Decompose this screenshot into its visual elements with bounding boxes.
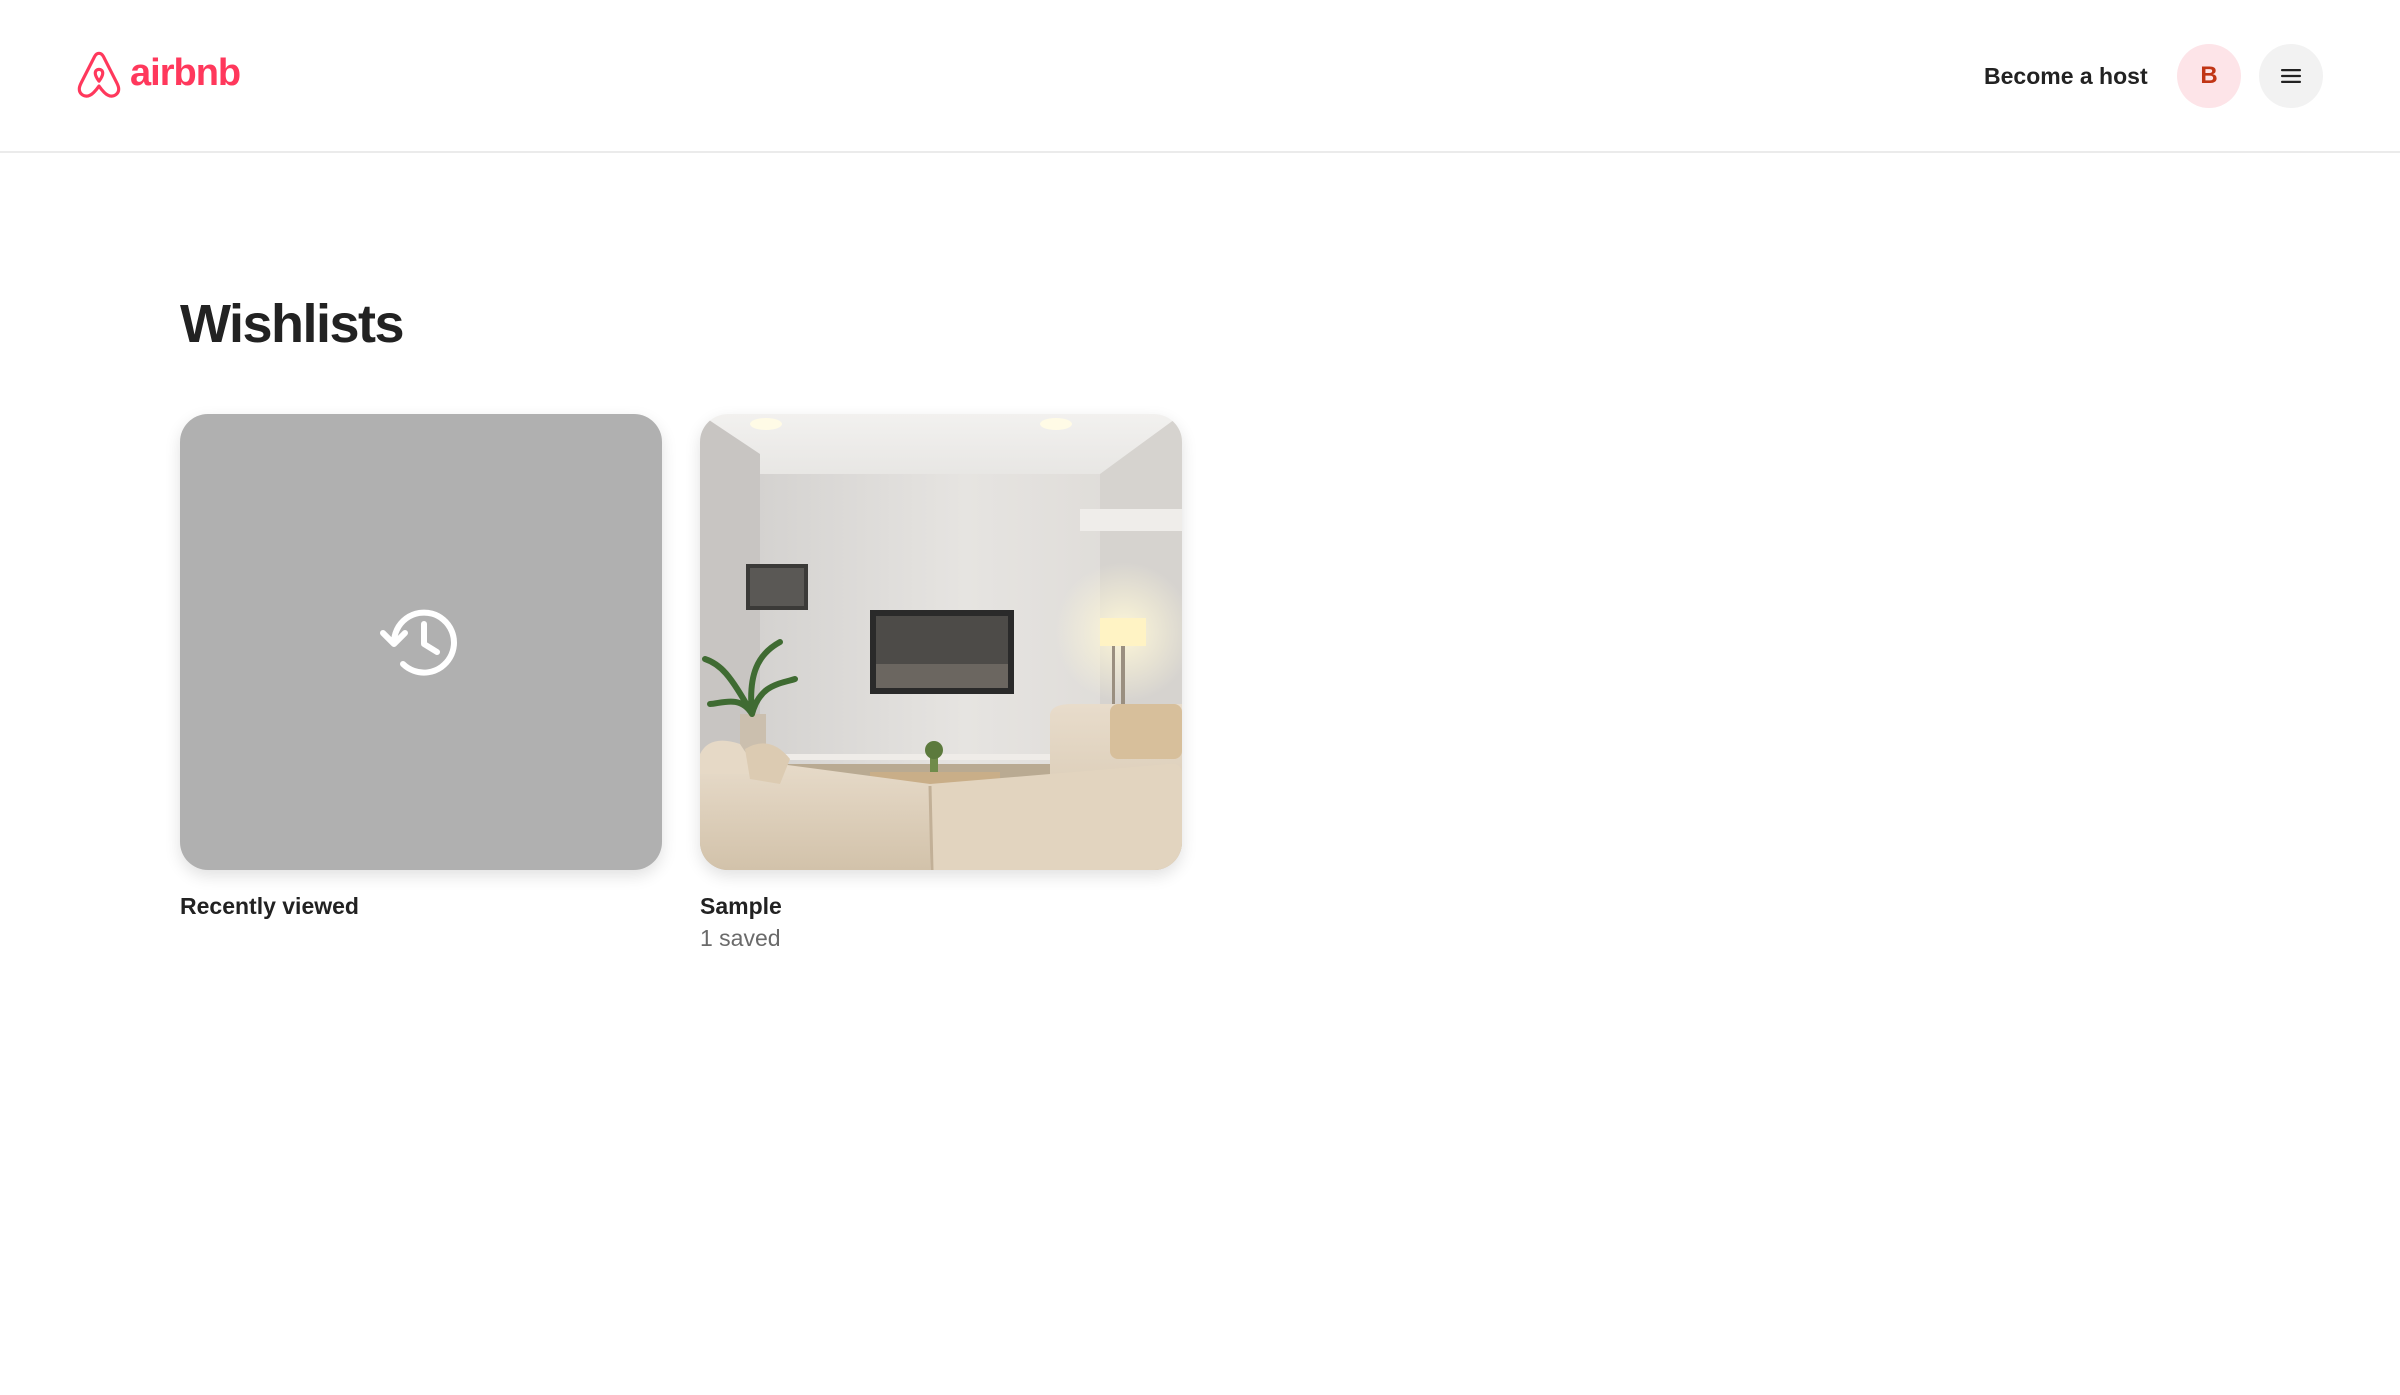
page-title: Wishlists [180, 294, 405, 354]
wishlist-card-sample[interactable]: Sample 1 saved [700, 414, 1182, 954]
wishlist-name: Sample [700, 893, 782, 919]
wishlist-card-recently-viewed[interactable]: Recently viewed [180, 414, 662, 922]
wishlist-thumbnail[interactable] [700, 414, 1182, 870]
user-avatar-button[interactable]: B [2177, 44, 2241, 108]
airbnb-wordmark: airbnb [130, 52, 241, 94]
main-menu-button[interactable] [2259, 44, 2323, 108]
airbnb-logo-link[interactable]: airbnb [76, 50, 241, 102]
living-room-photo [700, 414, 1182, 870]
hamburger-menu-icon [2281, 69, 2301, 83]
wishlist-name: Recently viewed [180, 893, 359, 919]
top-nav: airbnb Become a host B [0, 0, 2400, 153]
history-icon [380, 609, 457, 676]
become-a-host-link[interactable]: Become a host [1960, 46, 2172, 106]
wishlist-saved-count: 1 saved [700, 925, 781, 952]
airbnb-logo-icon [77, 51, 121, 98]
wishlist-thumbnail[interactable] [180, 414, 662, 870]
